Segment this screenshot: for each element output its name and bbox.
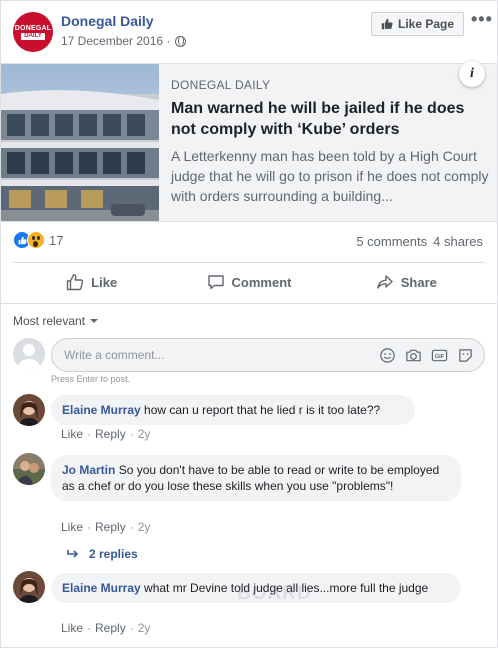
current-user-avatar xyxy=(13,338,45,370)
comment-placeholder: Write a comment... xyxy=(64,348,165,362)
link-source: DONEGAL DAILY xyxy=(171,78,271,92)
post-header: DONEGAL DAILY Donegal Daily 17 December … xyxy=(1,1,497,63)
share-label: Share xyxy=(400,274,437,290)
reply-arrow-icon xyxy=(67,550,79,558)
comment-meta: Like · Reply · 2y xyxy=(61,427,151,441)
view-replies-link[interactable]: 2 replies xyxy=(67,547,138,561)
wow-reaction-icon xyxy=(27,231,45,249)
reactions-summary[interactable]: 17 xyxy=(13,231,63,249)
post-card: DONEGAL DAILY Donegal Daily 17 December … xyxy=(0,0,498,648)
like-label: Like xyxy=(91,274,118,290)
share-icon xyxy=(377,275,393,289)
comment-reply-link[interactable]: Reply xyxy=(95,427,126,441)
post-date[interactable]: 17 December 2016 · xyxy=(61,34,187,48)
comment-input[interactable]: Write a comment... GIF xyxy=(51,338,485,372)
commenter-avatar[interactable] xyxy=(13,394,45,426)
caret-down-icon xyxy=(90,319,99,323)
comment-text: how can u report that he lied r is it to… xyxy=(144,403,381,417)
gif-icon[interactable]: GIF xyxy=(431,347,448,364)
comment-reply-link[interactable]: Reply xyxy=(95,621,126,635)
comment-sort-dropdown[interactable]: Most relevant xyxy=(13,314,99,328)
link-title[interactable]: Man warned he will be jailed if he does … xyxy=(171,98,489,140)
comment-icon xyxy=(207,275,224,290)
comment-time[interactable]: 2y xyxy=(138,427,151,441)
avatar-logo-text: DONEGAL xyxy=(14,24,52,32)
page-name-link[interactable]: Donegal Daily xyxy=(61,13,154,29)
link-description: A Letterkenny man has been told by a Hig… xyxy=(171,148,489,204)
comment-meta: Like · Reply · 2y xyxy=(61,621,151,635)
post-actions: Like Comment Share xyxy=(13,263,485,301)
replies-label: 2 replies xyxy=(89,547,138,561)
post-date-text: 17 December 2016 · xyxy=(61,34,171,48)
press-enter-hint: Press Enter to post. xyxy=(51,374,131,384)
comment-bubble: Elaine Murray how can u report that he l… xyxy=(51,395,415,425)
share-button[interactable]: Share xyxy=(328,263,485,301)
more-options-icon[interactable]: ••• xyxy=(471,9,493,30)
page-avatar[interactable]: DONEGAL DAILY xyxy=(13,12,53,52)
watermark: BOARD xyxy=(237,583,312,604)
comments-count-link[interactable]: 5 comments xyxy=(356,234,427,249)
composer-icons: GIF xyxy=(379,347,474,364)
sticker-icon[interactable] xyxy=(457,347,474,364)
like-outline-icon xyxy=(66,274,84,291)
globe-icon xyxy=(175,35,187,47)
link-preview[interactable]: DONEGAL DAILY Man warned he will be jail… xyxy=(1,63,497,222)
commenter-avatar[interactable] xyxy=(13,453,45,485)
comment-time[interactable]: 2y xyxy=(138,520,151,534)
comment-author[interactable]: Elaine Murray xyxy=(62,581,141,595)
comment-author[interactable]: Jo Martin xyxy=(62,463,115,477)
sort-label: Most relevant xyxy=(13,314,86,328)
article-thumbnail[interactable] xyxy=(1,64,159,221)
comment-author[interactable]: Elaine Murray xyxy=(62,403,141,417)
comment-like-link[interactable]: Like xyxy=(61,621,83,635)
engagement-counts: 5 comments 4 shares xyxy=(356,234,483,249)
comment-button[interactable]: Comment xyxy=(170,263,327,301)
emoji-icon[interactable] xyxy=(379,347,396,364)
comment-reply-link[interactable]: Reply xyxy=(95,520,126,534)
commenter-avatar[interactable] xyxy=(13,571,45,603)
building-image xyxy=(1,64,159,221)
avatar-logo-subtext: DAILY xyxy=(21,32,45,40)
divider xyxy=(1,303,497,304)
comment-like-link[interactable]: Like xyxy=(61,520,83,534)
comment-bubble: Jo Martin So you don't have to be able t… xyxy=(51,455,461,501)
svg-text:GIF: GIF xyxy=(435,354,445,360)
comment-like-link[interactable]: Like xyxy=(61,427,83,441)
like-page-button[interactable]: Like Page xyxy=(371,12,464,36)
thumbs-up-icon xyxy=(381,18,393,30)
like-page-label: Like Page xyxy=(397,17,455,31)
comment-meta: Like · Reply · 2y xyxy=(61,520,151,534)
link-text: DONEGAL DAILY Man warned he will be jail… xyxy=(171,78,489,206)
camera-icon[interactable] xyxy=(405,347,422,364)
info-icon[interactable]: i xyxy=(459,61,485,87)
reaction-count: 17 xyxy=(49,232,64,248)
comment-label: Comment xyxy=(231,274,292,290)
comment-text: So you don't have to be able to read or … xyxy=(62,463,440,493)
like-button[interactable]: Like xyxy=(13,263,170,301)
shares-count-link[interactable]: 4 shares xyxy=(433,234,483,249)
comment-time[interactable]: 2y xyxy=(138,621,151,635)
